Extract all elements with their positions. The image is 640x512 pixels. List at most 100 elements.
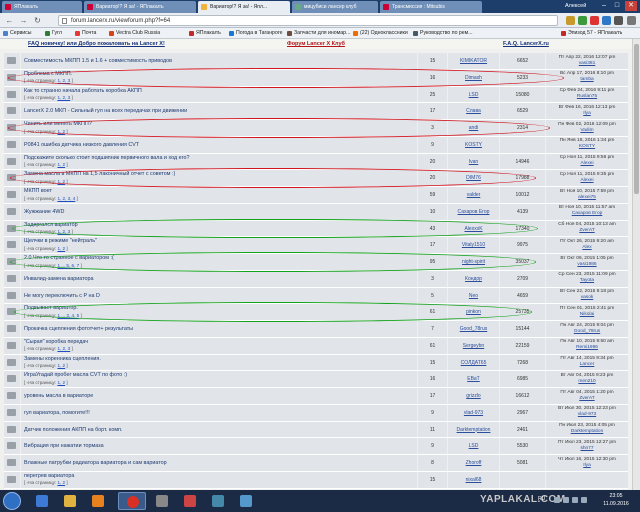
last-post-author[interactable]: vasi1986 xyxy=(577,262,596,267)
author-link[interactable]: KOSTY xyxy=(448,142,499,148)
reload-button[interactable]: ↻ xyxy=(32,15,43,26)
tray-arrow-icon[interactable] xyxy=(554,497,560,503)
last-post-author[interactable]: Alexei xyxy=(580,161,593,166)
bookmark-item[interactable]: Запчасти для иномар... xyxy=(286,28,350,39)
topic-title-link[interactable]: Не могу переключить с Р на D xyxy=(24,293,100,299)
language-indicator[interactable]: RU xyxy=(538,496,545,502)
last-post-author[interactable]: Ruslan75 xyxy=(577,94,597,99)
faq-lancerx-link[interactable]: F.A.Q. LancerX.ru xyxy=(503,39,549,49)
page-links[interactable]: 1, 2 xyxy=(57,162,65,167)
last-post-author[interactable]: Tayota xyxy=(580,278,594,283)
back-button[interactable]: ← xyxy=(4,15,15,26)
author-link[interactable]: Dimash xyxy=(448,75,499,81)
page-links[interactable]: 1 ... 5, 6, 7 xyxy=(57,263,79,268)
bookmark-item[interactable]: Vectra Club Russia xyxy=(108,28,160,39)
last-post-author[interactable]: men210 xyxy=(578,379,595,384)
browser-user-name[interactable]: Алексей xyxy=(565,1,586,12)
topic-title-link[interactable]: Замены коренника сцепления. xyxy=(24,356,101,362)
last-post-author[interactable]: KOSTY xyxy=(579,144,595,149)
topic-title-link[interactable]: Замена масла в МКПП на 1,5 лаконичный от… xyxy=(24,171,175,177)
network-icon[interactable] xyxy=(563,497,569,503)
topic-title-link[interactable]: Совместимость МКПП 1.5 и 1.6 + совместим… xyxy=(24,58,172,64)
taskbar-app[interactable] xyxy=(86,492,110,510)
topic-title-link[interactable]: Задергался вариатор xyxy=(24,222,78,228)
page-links[interactable]: 1 ... 3, 4, 5 xyxy=(57,313,79,318)
bookmark-item[interactable]: Руководство по рем... xyxy=(412,28,473,39)
last-post-author[interactable]: Remi1996 xyxy=(576,345,598,350)
topic-title-link[interactable]: Как то странно начала работать коробка А… xyxy=(24,88,142,94)
author-link[interactable]: pinkon xyxy=(448,309,499,315)
menu-icon[interactable] xyxy=(627,16,636,25)
author-link[interactable]: DIM76 xyxy=(448,175,499,181)
topic-title-link[interactable]: уровень масла в вариаторе xyxy=(24,393,93,399)
last-post-author[interactable]: Vadim xyxy=(580,128,593,133)
bookmark-item[interactable]: (22) Одноклассники xyxy=(352,28,408,39)
last-post-author[interactable]: alexei75 xyxy=(578,195,596,200)
browser-tab[interactable]: ЯПлакалъ xyxy=(2,1,82,13)
author-link[interactable]: Сахаров Егор xyxy=(448,209,499,215)
topic-title-link[interactable]: Щелчки в режиме "нейтраль" xyxy=(24,238,97,244)
scrollbar-thumb[interactable] xyxy=(634,44,639,194)
taskbar-app[interactable] xyxy=(206,492,230,510)
last-post-author[interactable]: tamba xyxy=(580,77,593,82)
author-link[interactable]: AlexxxK xyxy=(448,226,499,232)
last-post-author[interactable]: Ilya xyxy=(583,111,590,116)
forward-button[interactable]: → xyxy=(18,15,29,26)
last-post-author[interactable]: Ilya xyxy=(583,463,590,468)
bookmark-item[interactable]: Почта xyxy=(74,28,96,39)
author-link[interactable]: EBaT xyxy=(448,376,499,382)
bookmark-item[interactable]: ЯПлакалъ xyxy=(188,28,221,39)
author-link[interactable]: Слава xyxy=(448,108,499,114)
taskbar-app-chrome[interactable] xyxy=(118,492,146,510)
flag-icon[interactable] xyxy=(581,497,587,503)
page-links[interactable]: 1, 2 xyxy=(57,246,65,251)
author-link[interactable]: night-spirit xyxy=(448,259,499,265)
taskbar-app[interactable] xyxy=(30,492,54,510)
author-link[interactable]: nixal68 xyxy=(448,477,499,483)
minimize-button[interactable]: – xyxy=(598,1,610,11)
page-links[interactable]: 1, 2, 3 xyxy=(57,95,70,100)
page-links[interactable]: 1, 2 xyxy=(57,179,65,184)
topic-title-link[interactable]: 2.0 Что то странное с вариатором :( xyxy=(24,255,114,261)
topic-title-link[interactable]: "Сырая" коробка передач xyxy=(24,339,88,345)
topic-title-link[interactable]: МКПП воет xyxy=(24,188,52,194)
topic-title-link[interactable]: перегрев вариатора xyxy=(24,473,74,479)
page-links[interactable]: 1, 2, 3 xyxy=(57,229,70,234)
author-link[interactable]: KIMIKATOR xyxy=(448,58,499,64)
author-link[interactable]: Кондор xyxy=(448,276,499,282)
bookmark-item[interactable]: Сервисы xyxy=(2,28,32,39)
author-link[interactable]: Zhoroff xyxy=(448,460,499,466)
last-post-author[interactable]: Good_78rus xyxy=(574,329,600,334)
topic-title-link[interactable]: Проблема с МКПП. xyxy=(24,71,72,77)
author-link[interactable]: Ivan xyxy=(448,159,499,165)
author-link[interactable]: Sergeybn xyxy=(448,343,499,349)
author-link[interactable]: Vitaly1510 xyxy=(448,242,499,248)
last-post-author[interactable]: Nikolai xyxy=(580,312,594,317)
author-link[interactable]: andi xyxy=(448,125,499,131)
bookmark-item[interactable]: Гугл xyxy=(44,28,62,39)
topic-title-link[interactable]: гул вариатора, помогите!!! xyxy=(24,410,90,416)
taskbar-app[interactable] xyxy=(150,492,174,510)
last-post-author[interactable]: Сахаров Егор xyxy=(572,211,603,216)
author-link[interactable]: LSD xyxy=(448,443,499,449)
topic-title-link[interactable]: Подвывает вариатор. xyxy=(24,305,78,311)
star-icon[interactable] xyxy=(566,16,575,25)
extension-icon[interactable] xyxy=(590,16,599,25)
browser-tab[interactable]: Трансмиссия : Mitsubis xyxy=(380,1,482,13)
topic-title-link[interactable]: LancerX 2.0 МКП - Сильный гул на всех пе… xyxy=(24,108,187,114)
start-button[interactable] xyxy=(3,492,21,510)
last-post-author[interactable]: Lancer xyxy=(580,362,595,367)
author-link[interactable]: vlad-973 xyxy=(448,410,499,416)
page-links[interactable]: 1, 2 xyxy=(57,129,65,134)
last-post-author[interactable]: Darktemptation xyxy=(571,429,604,434)
browser-tab[interactable]: мицубиси лансер клуб xyxy=(292,1,378,13)
system-clock[interactable]: 23:05 11.09.2016 xyxy=(598,493,634,508)
taskbar-app[interactable] xyxy=(234,492,258,510)
page-links[interactable]: 1, 2, 3, 4 xyxy=(57,196,75,201)
topic-title-link[interactable]: Подскажите сколько стоит подшипник перви… xyxy=(24,155,189,161)
topic-title-link[interactable]: Жужжание 4WD xyxy=(24,209,64,215)
topic-title-link[interactable]: Чинить или менять МКПП? xyxy=(24,121,92,127)
taskbar-app[interactable] xyxy=(178,492,202,510)
last-post-author[interactable]: ZverAT xyxy=(579,228,594,233)
extension-icon[interactable] xyxy=(614,16,623,25)
